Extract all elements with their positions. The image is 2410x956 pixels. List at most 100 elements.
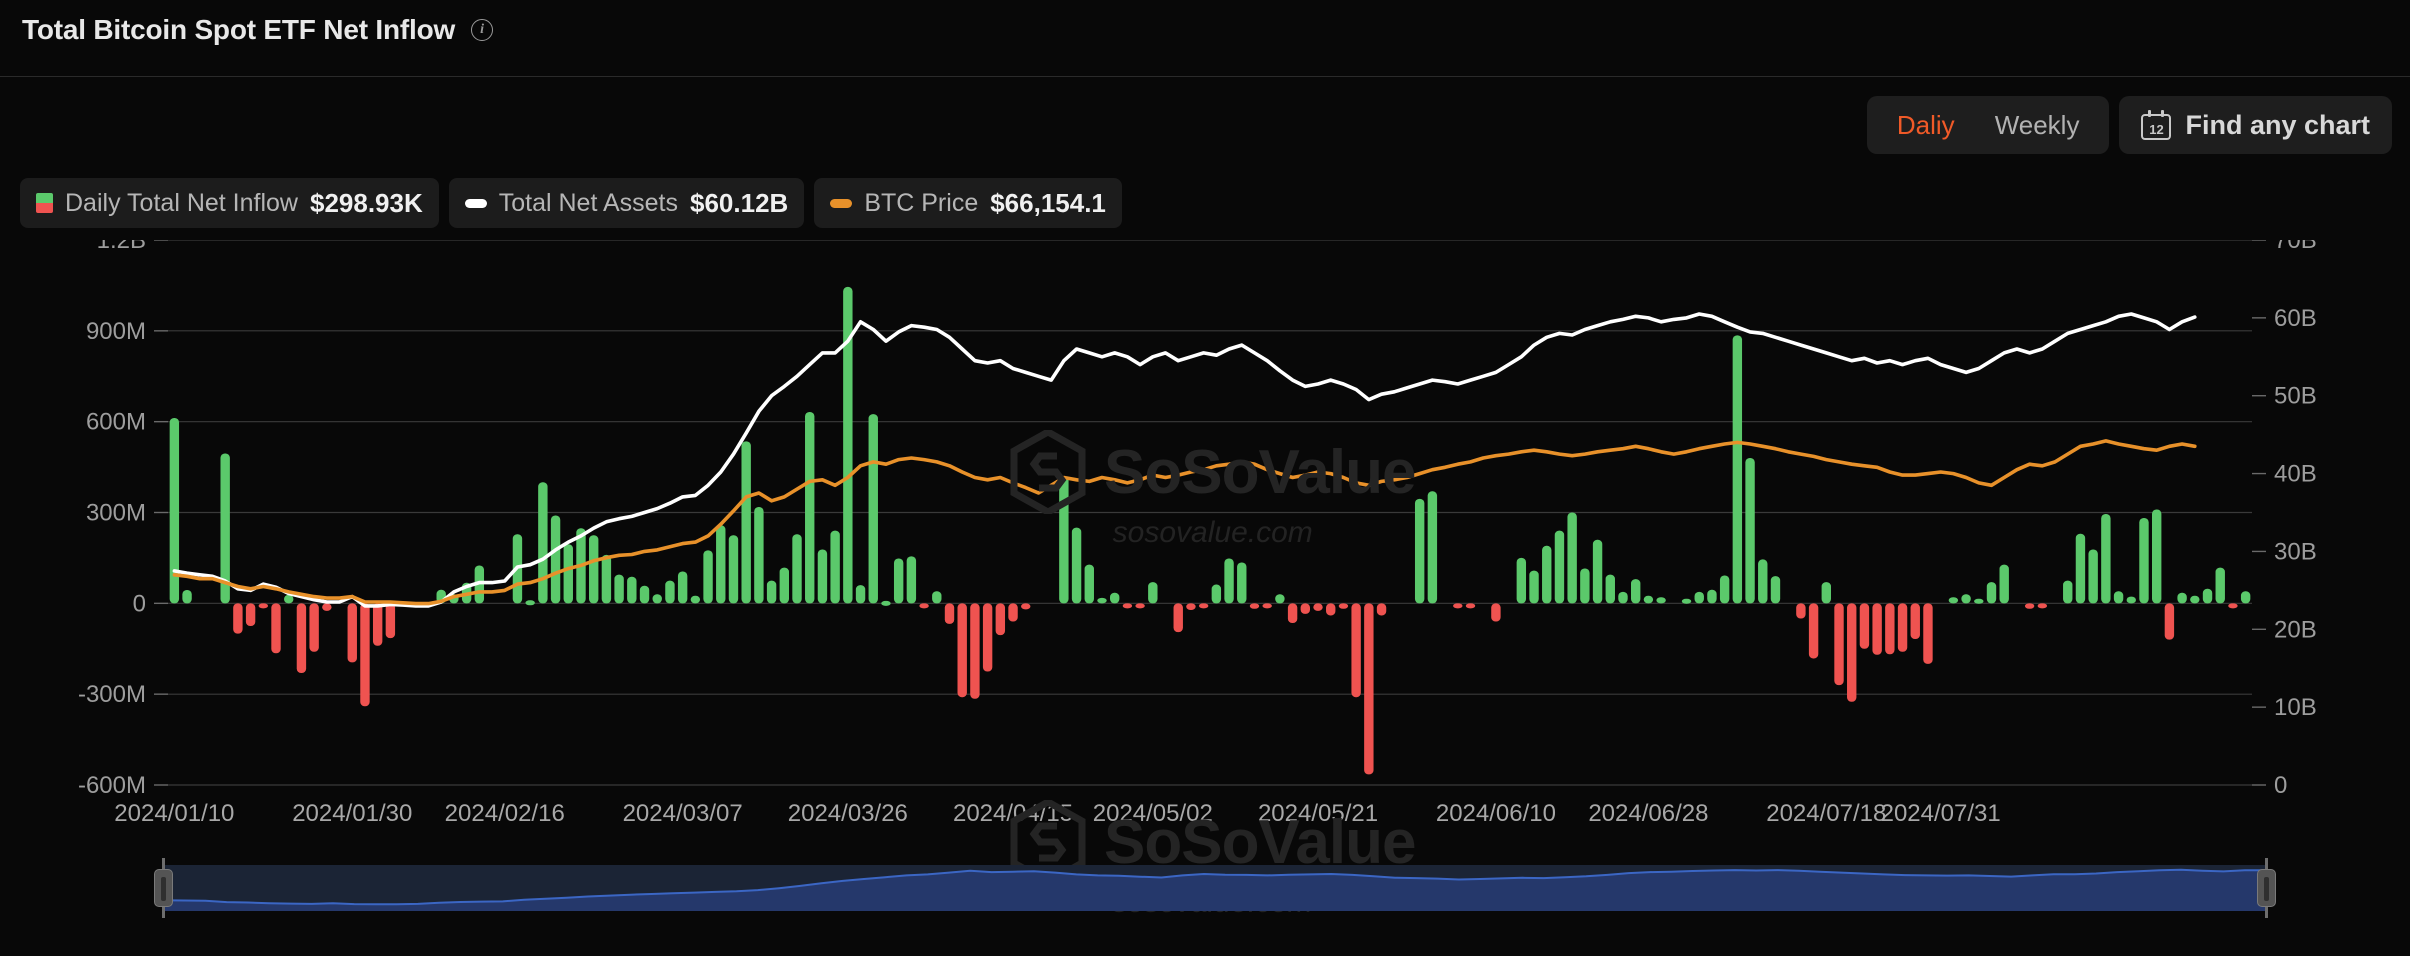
- bar[interactable]: [1758, 559, 1768, 604]
- bar[interactable]: [2151, 509, 2162, 604]
- bar[interactable]: [1249, 603, 1260, 609]
- find-any-chart-button[interactable]: 12 Find any chart: [2119, 96, 2392, 154]
- bar[interactable]: [309, 603, 319, 652]
- bar[interactable]: [2202, 588, 2213, 604]
- bar[interactable]: [1211, 584, 1222, 604]
- bar[interactable]: [1656, 597, 1666, 604]
- bar[interactable]: [1897, 603, 1908, 652]
- bar[interactable]: [601, 554, 612, 604]
- bar[interactable]: [1885, 603, 1895, 655]
- bar[interactable]: [1580, 568, 1590, 604]
- legend-item-total-net-assets[interactable]: Total Net Assets $60.12B: [448, 178, 805, 228]
- bar[interactable]: [741, 441, 751, 604]
- bar[interactable]: [1275, 594, 1285, 604]
- bar[interactable]: [1071, 527, 1082, 604]
- bar[interactable]: [1961, 594, 1971, 604]
- bar[interactable]: [970, 603, 980, 699]
- bar[interactable]: [1262, 603, 1272, 609]
- bar[interactable]: [2228, 603, 2238, 609]
- bar[interactable]: [2088, 549, 2098, 604]
- bar[interactable]: [906, 556, 917, 604]
- bar[interactable]: [1923, 603, 1933, 664]
- bar[interactable]: [652, 594, 662, 604]
- bar[interactable]: [817, 549, 828, 604]
- bar[interactable]: [1554, 530, 1565, 604]
- bar[interactable]: [982, 603, 993, 672]
- bar[interactable]: [1719, 575, 1730, 604]
- bar[interactable]: [233, 603, 243, 634]
- bar[interactable]: [766, 580, 777, 604]
- bar[interactable]: [2240, 591, 2251, 604]
- bar[interactable]: [1529, 570, 1539, 604]
- bar[interactable]: [1986, 582, 1997, 604]
- bar[interactable]: [1707, 589, 1717, 604]
- bar[interactable]: [919, 603, 929, 609]
- bar[interactable]: [1351, 603, 1361, 698]
- legend-item-daily-total-net-inflow[interactable]: Daily Total Net Inflow $298.93K: [20, 178, 439, 228]
- bar[interactable]: [1084, 564, 1094, 604]
- bar[interactable]: [2126, 596, 2136, 604]
- bar[interactable]: [550, 515, 561, 604]
- bar[interactable]: [1821, 582, 1832, 604]
- bar[interactable]: [855, 585, 866, 604]
- bar[interactable]: [1910, 603, 1920, 640]
- bar[interactable]: [1796, 603, 1806, 619]
- bar[interactable]: [868, 414, 878, 604]
- legend-item-btc-price[interactable]: BTC Price $66,154.1: [814, 178, 1122, 228]
- bar[interactable]: [563, 544, 573, 604]
- bar[interactable]: [779, 567, 790, 604]
- bar[interactable]: [1338, 603, 1349, 609]
- bar[interactable]: [677, 571, 688, 604]
- bar[interactable]: [2190, 595, 2200, 604]
- bar[interactable]: [245, 603, 256, 627]
- bar[interactable]: [1427, 491, 1438, 604]
- bar[interactable]: [1694, 591, 1704, 604]
- bar[interactable]: [258, 603, 269, 609]
- bar[interactable]: [1364, 603, 1374, 775]
- bar[interactable]: [1681, 598, 1692, 604]
- bar[interactable]: [1135, 603, 1145, 609]
- bar[interactable]: [2215, 567, 2225, 604]
- bar[interactable]: [1313, 603, 1323, 611]
- bar[interactable]: [1122, 603, 1133, 609]
- bar[interactable]: [665, 580, 675, 604]
- bar[interactable]: [322, 603, 332, 611]
- bar[interactable]: [1186, 603, 1196, 610]
- bar[interactable]: [1770, 576, 1781, 604]
- bar[interactable]: [1224, 558, 1234, 604]
- bar[interactable]: [1643, 595, 1654, 604]
- bar[interactable]: [805, 411, 815, 604]
- bar[interactable]: [2024, 603, 2035, 609]
- bar[interactable]: [639, 585, 650, 604]
- bar[interactable]: [347, 603, 357, 663]
- info-icon[interactable]: i: [471, 19, 494, 41]
- bar[interactable]: [2101, 514, 2111, 604]
- bar[interactable]: [1567, 512, 1577, 604]
- bar[interactable]: [271, 603, 281, 654]
- bar[interactable]: [588, 535, 599, 604]
- bar[interactable]: [944, 603, 955, 624]
- bar[interactable]: [1834, 603, 1844, 686]
- bar[interactable]: [372, 603, 383, 646]
- bar[interactable]: [1605, 574, 1615, 604]
- bar[interactable]: [1237, 562, 1247, 604]
- bar[interactable]: [360, 603, 370, 707]
- bar[interactable]: [1198, 603, 1209, 609]
- bar[interactable]: [385, 603, 396, 639]
- bar[interactable]: [1872, 603, 1882, 655]
- bar[interactable]: [2139, 517, 2149, 604]
- bar[interactable]: [182, 590, 192, 604]
- chart-plot-area[interactable]: -600M -300M 0 300M 600M 900M 1.2B 0 10B 20B 30B 40…: [0, 240, 2410, 860]
- bar[interactable]: [1148, 582, 1158, 604]
- bar[interactable]: [1999, 564, 2009, 604]
- bar[interactable]: [525, 600, 535, 606]
- bar[interactable]: [614, 574, 624, 604]
- bar[interactable]: [1859, 603, 1870, 649]
- interval-button-daily[interactable]: Daliy: [1877, 102, 1975, 149]
- bar[interactable]: [957, 603, 967, 698]
- bar[interactable]: [1592, 539, 1603, 604]
- bar[interactable]: [1516, 557, 1527, 604]
- bar[interactable]: [1948, 597, 1959, 604]
- bar[interactable]: [1021, 603, 1031, 610]
- bar[interactable]: [932, 591, 942, 604]
